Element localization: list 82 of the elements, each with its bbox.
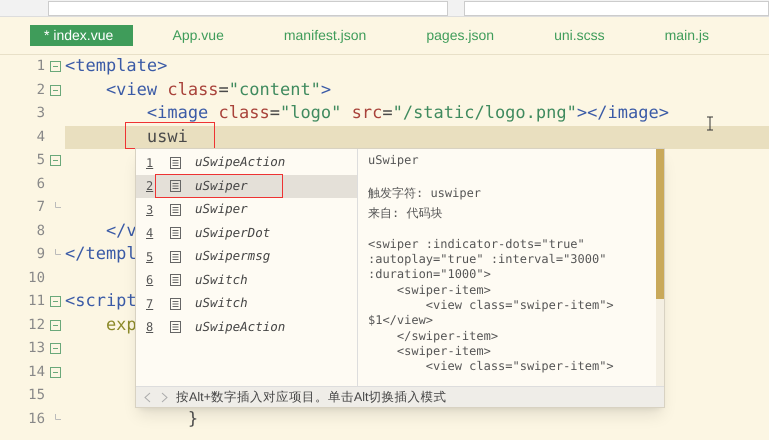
snippet-icon [170, 204, 181, 216]
line-number: 6 [36, 174, 45, 194]
line-number: 5 [36, 151, 45, 170]
doc-title: uSwiper [368, 153, 420, 168]
item-label: uSwipeAction [195, 153, 286, 172]
snippet-icon [170, 321, 181, 334]
code-line: <template> [65, 58, 168, 76]
suggestion-item[interactable]: 6 uSwitch [136, 268, 357, 292]
snippet-line: <view class="swiper-item"> [424, 298, 615, 314]
item-index: 5 [146, 248, 154, 266]
line-number: 11 [27, 292, 45, 312]
line-number: 14 [27, 362, 45, 382]
item-label: uSwitch [195, 270, 248, 289]
fold-icon[interactable] [50, 155, 60, 166]
snippet-line: <swiper-item> [396, 344, 492, 360]
line-number: 1 [36, 57, 45, 76]
code-line: exp [104, 316, 137, 334]
fold-icon[interactable] [50, 320, 60, 331]
item-label: uSwipermsg [195, 247, 270, 266]
code-line: <view class="content"> [104, 82, 332, 99]
line-number: 12 [27, 316, 45, 335]
snippet-icon [170, 180, 181, 192]
fold-icon[interactable] [50, 84, 60, 96]
code-line: </templ [65, 246, 137, 264]
code-line: </v [104, 222, 137, 240]
snippet-line: <swiper-item> [396, 282, 492, 298]
fold-icon[interactable] [50, 296, 60, 308]
snippet-line: $1</view> [368, 313, 434, 329]
line-number: 2 [36, 80, 45, 100]
item-index: 8 [146, 319, 154, 336]
item-index: 1 [146, 154, 154, 172]
code-line: uswi [146, 128, 188, 146]
snippet-line: <view class="swiper-item"> [424, 359, 615, 375]
snippet-icon [170, 274, 181, 286]
item-label: uSwiperDot [195, 224, 270, 242]
suggestion-item[interactable]: 4 uSwiperDot [136, 222, 357, 245]
snippet-icon [170, 250, 181, 263]
snippet-icon [170, 156, 181, 169]
item-index: 7 [146, 296, 154, 313]
snippet-icon [170, 227, 181, 240]
snippet-icon [170, 298, 181, 310]
code-line: <image class="logo" src="/static/logo.png"></image> [146, 105, 669, 122]
line-number: 9 [36, 245, 45, 264]
code-line: <script [65, 293, 137, 310]
suggestion-item[interactable]: 1 uSwipeAction [136, 151, 357, 174]
line-number: 10 [27, 268, 45, 288]
snippet-line: :autoplay="true" :interval="3000" [368, 252, 608, 268]
fold-icon[interactable] [50, 366, 60, 378]
snippet-line: :duration="1000"> [368, 267, 492, 283]
doc-source: 来自: 代码块 [368, 206, 444, 221]
suggestion-item[interactable]: 8 uSwipeAction [136, 316, 357, 339]
code-line: } [186, 410, 198, 428]
suggestion-item[interactable]: 7 uSwitch [136, 292, 357, 316]
search-field[interactable] [464, 1, 769, 16]
line-number: 7 [36, 198, 45, 218]
item-label: uSwipeAction [195, 318, 286, 336]
suggestion-item[interactable]: 2 uSwiper [136, 174, 357, 198]
doc-trigger: 触发字符: uswiper [368, 186, 482, 202]
suggestion-item[interactable]: 3 uSwiper [136, 198, 357, 222]
footer-hint: 按Alt+数字插入对应项目。单击Alt切换插入模式 [176, 388, 446, 406]
item-index: 6 [146, 272, 154, 290]
line-number: 4 [36, 128, 45, 147]
line-number: 13 [27, 339, 45, 358]
item-index: 2 [146, 178, 154, 196]
line-number: 3 [36, 104, 45, 124]
item-index: 3 [146, 202, 154, 219]
item-index: 4 [146, 225, 154, 242]
chevron-right-icon[interactable] [161, 392, 168, 402]
text-cursor-icon [706, 116, 714, 131]
chevron-left-icon[interactable] [144, 392, 151, 402]
suggestion-item[interactable]: 5 uSwipermsg [136, 245, 357, 268]
fold-icon[interactable] [50, 61, 60, 72]
line-number: 8 [36, 222, 45, 241]
item-label: uSwitch [195, 294, 248, 312]
fold-icon[interactable] [50, 343, 60, 354]
line-number: 16 [27, 410, 45, 429]
item-label: uSwiper [195, 176, 248, 195]
item-label: uSwiper [195, 200, 248, 218]
address-field[interactable] [48, 1, 448, 16]
snippet-line: <swiper :indicator-dots="true" [368, 236, 586, 252]
snippet-line: </swiper-item> [396, 328, 500, 344]
line-number: 15 [27, 386, 45, 406]
